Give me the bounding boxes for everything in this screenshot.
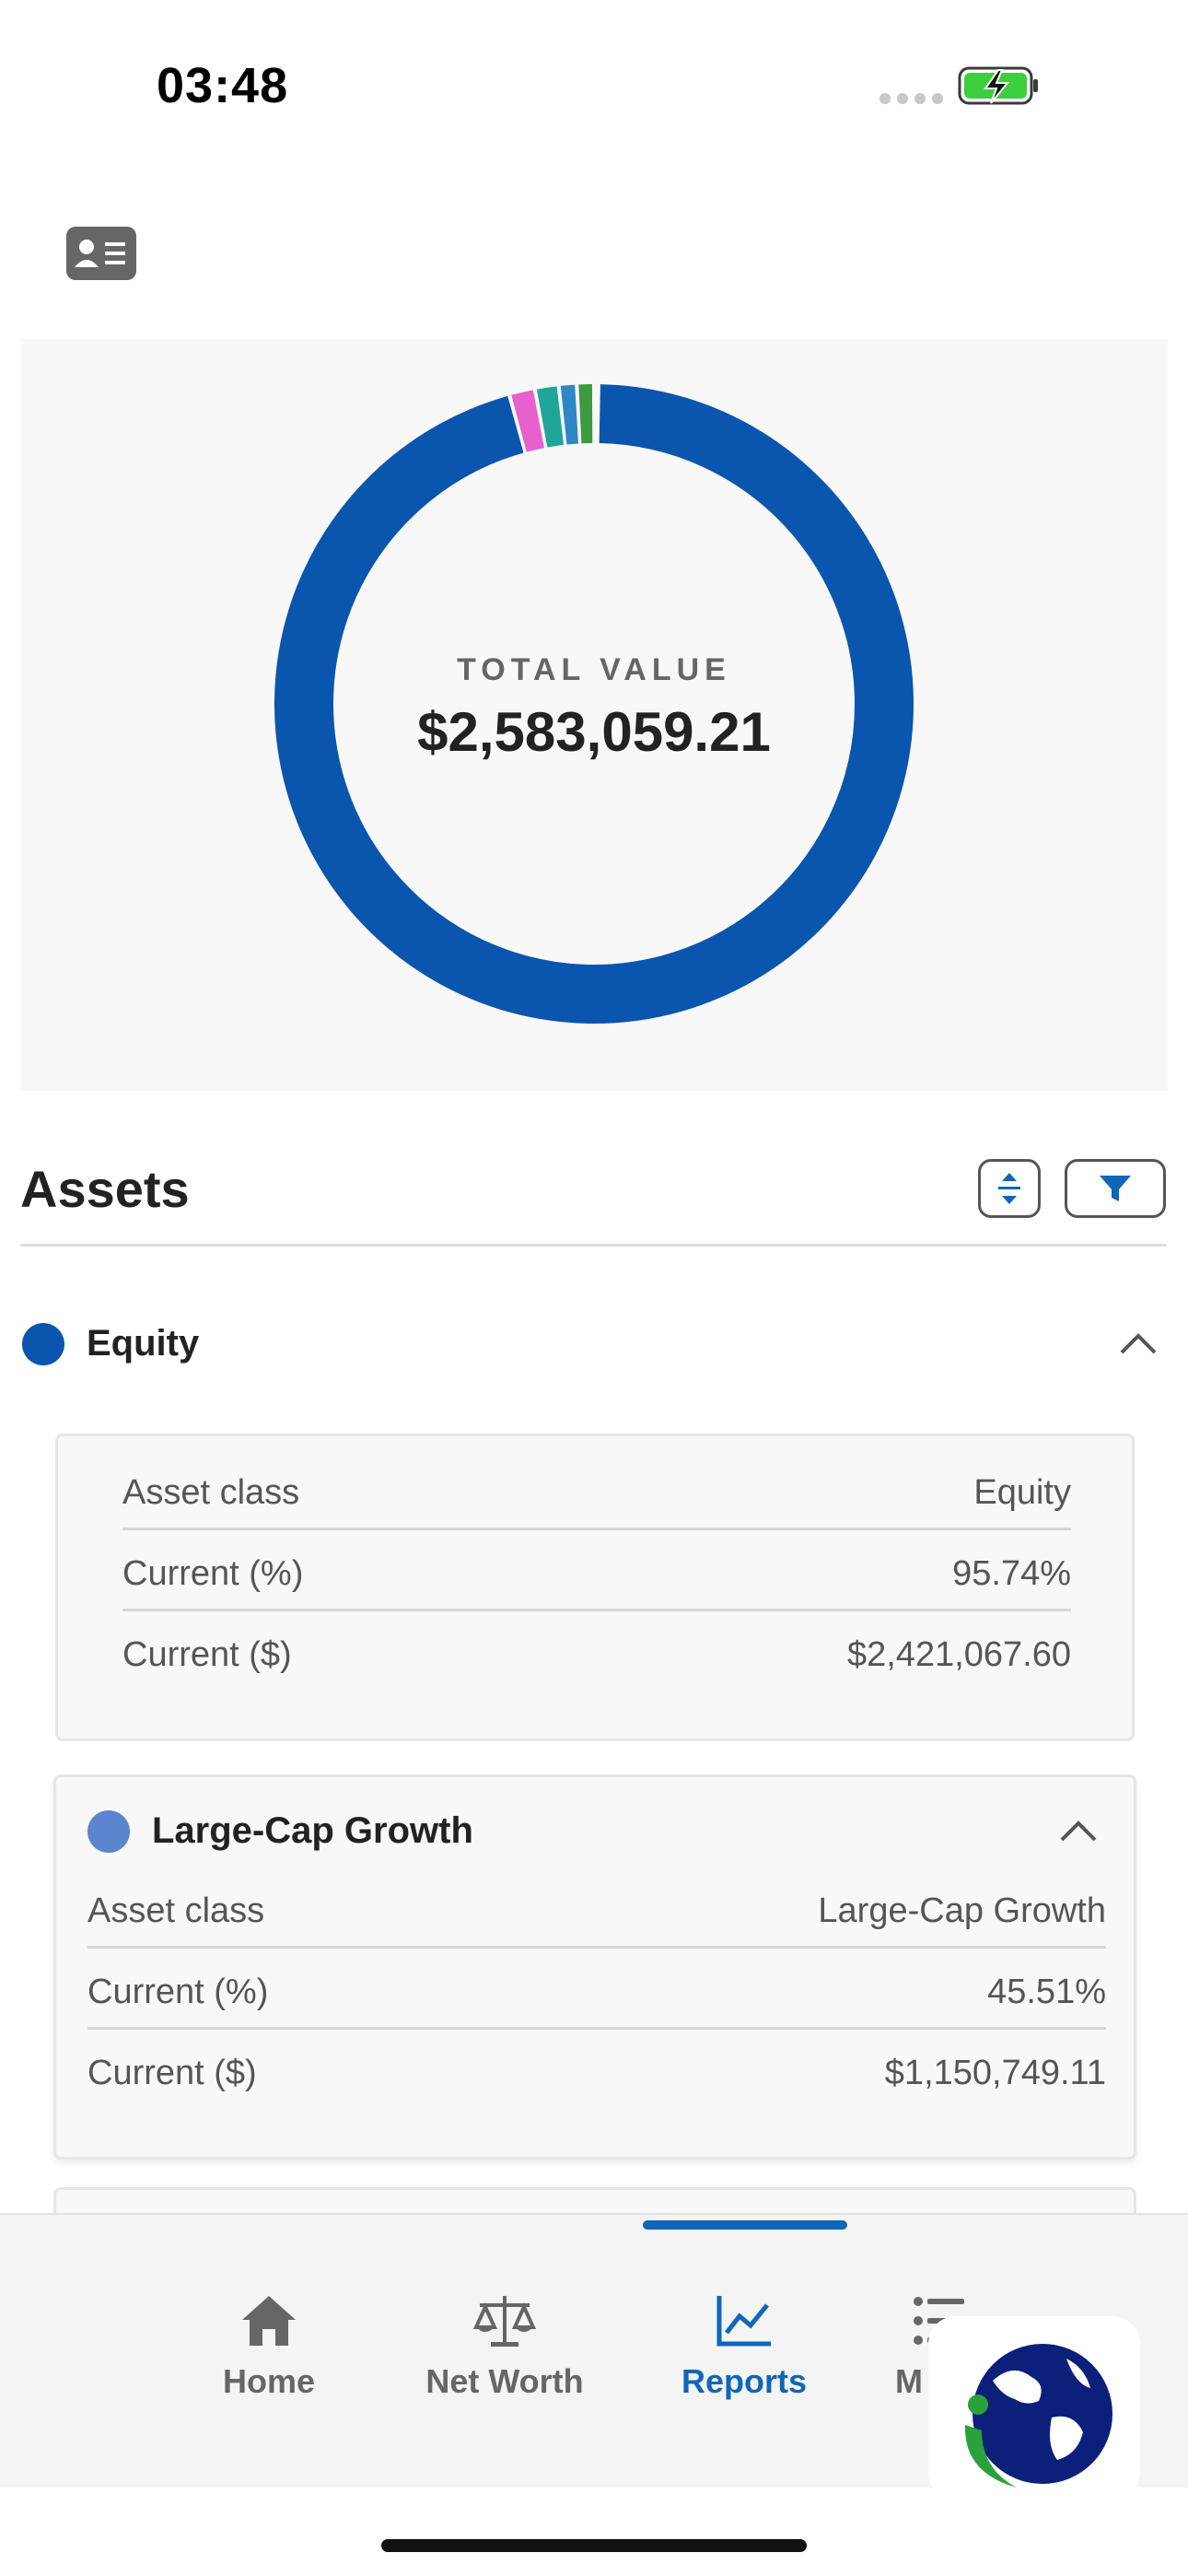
allocation-chart-card: TOTAL VALUE $2,583,059.21 [20,339,1168,1091]
section-divider [20,1244,1166,1247]
group-header-equity[interactable]: Equity [20,1317,1166,1373]
donut-slice [560,384,579,445]
detail-row: Current ($) $1,150,749.11 [87,2054,1106,2092]
assets-title: Assets [20,1160,190,1218]
chevron-up-icon[interactable] [1111,1317,1166,1373]
contact-card-icon[interactable] [66,227,136,280]
status-time: 03:48 [157,58,289,113]
battery-charging-icon [958,64,1041,111]
tab-reports[interactable]: Reports [643,2252,845,2400]
home-indicator [381,2539,807,2552]
tab-label: Home [222,2362,316,2400]
signal-icon [879,92,949,109]
home-icon [242,2296,296,2346]
donut-slice [536,386,565,448]
group-label: Equity [87,1323,200,1364]
globe-logo-icon [964,2344,1112,2488]
chevron-up-icon[interactable] [1051,1805,1106,1860]
subgroup-label: Large-Cap Growth [152,1810,473,1851]
filter-button[interactable] [1065,1159,1166,1218]
chart-line-icon [716,2296,771,2347]
expand-collapse-icon [998,1173,1020,1204]
legend-dot [22,1323,64,1365]
legend-dot [87,1810,130,1853]
equity-detail-card: Asset class Equity Current (%) 95.74% Cu… [55,1434,1135,1741]
donut-slice [511,390,545,452]
active-tab-indicator [643,2220,847,2230]
tab-home[interactable]: Home [168,2252,370,2400]
detail-row: Asset class Equity [122,1451,1071,1530]
donut-chart [274,384,914,1024]
filter-icon [1100,1176,1131,1201]
assistant-launcher[interactable] [928,2316,1140,2500]
detail-row: Current (%) 45.51% [87,1950,1106,2030]
scale-icon [472,2296,537,2347]
donut-slice [274,384,914,1024]
expand-collapse-button[interactable] [978,1159,1041,1218]
detail-row: Current (%) 95.74% [122,1532,1071,1611]
subgroup-header[interactable]: Large-Cap Growth [87,1805,1106,1860]
tab-net-worth[interactable]: Net Worth [403,2252,606,2400]
tab-label: Net Worth [425,2362,584,2400]
detail-row: Asset class Large-Cap Growth [87,1869,1106,1949]
tab-label: Reports [681,2362,808,2400]
detail-row: Current ($) $2,421,067.60 [122,1635,1071,1674]
subgroup-card-large-cap-growth: Large-Cap Growth Asset class Large-Cap G… [53,1774,1136,2160]
status-bar: 03:48 [0,0,1188,175]
